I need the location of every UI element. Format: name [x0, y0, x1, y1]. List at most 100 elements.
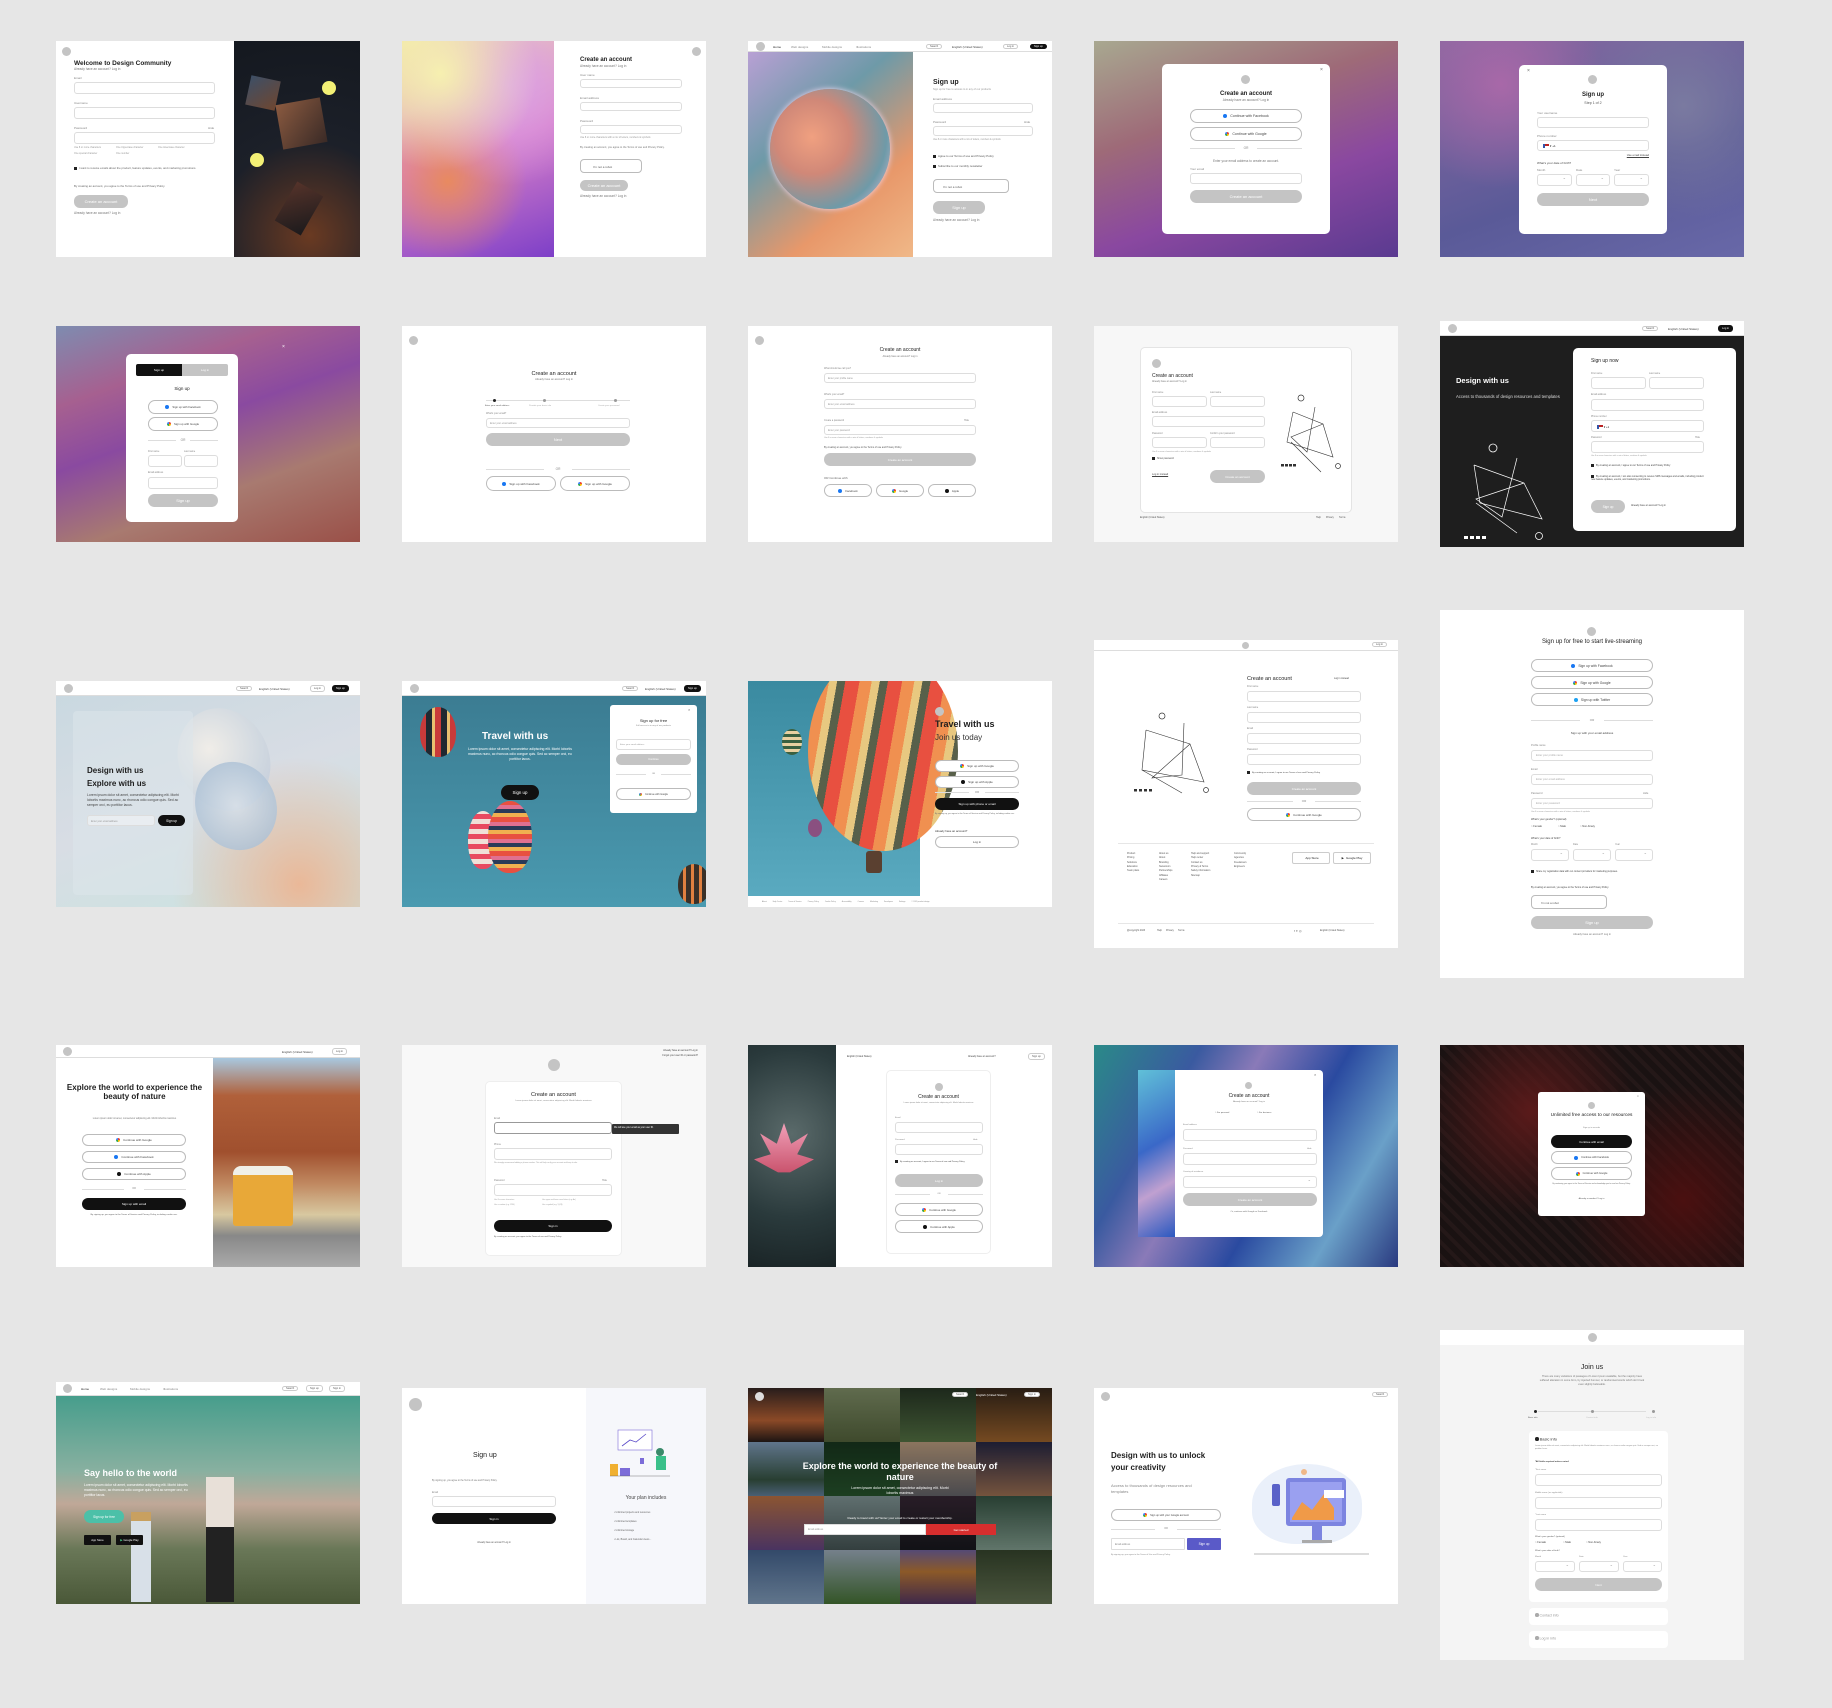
facebook-button[interactable]: Sign up with Facebook	[1531, 659, 1653, 672]
country-select[interactable]	[1183, 1176, 1317, 1188]
date-select[interactable]	[1579, 1561, 1619, 1572]
signup-free-button[interactable]: Sign up for free	[84, 1510, 124, 1523]
hide-toggle[interactable]: Hide	[1643, 792, 1648, 796]
facebook-button[interactable]: Continue with Facebook	[1190, 109, 1302, 123]
email-input[interactable]: Email address	[804, 1524, 926, 1535]
terms-checkbox[interactable]: By creating an account, I agree to our T…	[1591, 464, 1670, 468]
apple-button[interactable]: Apple	[928, 484, 976, 497]
footer-link[interactable]: Privacy Policy	[808, 901, 819, 903]
signin-button[interactable]: Sign in	[432, 1513, 556, 1524]
section-header[interactable]: Basic info	[1535, 1437, 1557, 1442]
login-button[interactable]: Log in	[310, 685, 326, 692]
close-icon[interactable]: ×	[1320, 67, 1323, 73]
google-play-badge[interactable]: ▶ Google Play	[116, 1535, 143, 1545]
google-button[interactable]: Continue with Google	[1247, 808, 1361, 821]
google-button[interactable]: Google	[876, 484, 924, 497]
close-icon[interactable]: ×	[1527, 68, 1530, 74]
email-input[interactable]: Enter your email address	[824, 399, 976, 409]
hide-toggle[interactable]: Hide	[964, 419, 969, 423]
signin-button[interactable]: Sign in	[329, 1385, 345, 1392]
create-account-button[interactable]: Create an account	[1210, 470, 1265, 483]
hide-toggle[interactable]: Hide	[208, 126, 214, 130]
year-select[interactable]	[1614, 174, 1649, 186]
sms-consent-checkbox[interactable]: By creating an account, I am also consen…	[1591, 475, 1706, 482]
username-input[interactable]	[1537, 117, 1649, 128]
app-store-badge[interactable]: App Store	[1292, 852, 1330, 864]
gender-radio-male[interactable]: ○ Male	[1563, 1541, 1571, 1545]
create-account-button[interactable]: Create an account	[1247, 782, 1361, 795]
login-link[interactable]: Already have an account? Log in	[580, 194, 626, 199]
google-button[interactable]: Sign up with your Google account	[1111, 1509, 1221, 1521]
first-name-input[interactable]	[148, 455, 182, 467]
hide-toggle[interactable]: Hide	[1307, 1148, 1312, 1151]
password-input[interactable]: Enter your password	[1531, 798, 1653, 809]
consent-checkbox[interactable]: I want to receive emails about the produ…	[74, 167, 204, 170]
search-input[interactable]: Search	[1372, 1392, 1389, 1397]
nav-illustrations[interactable]: Illustrations	[856, 45, 871, 49]
terms-link[interactable]: Terms	[1339, 516, 1346, 520]
footer-link[interactable]: Sitemap	[1191, 874, 1210, 878]
username-input[interactable]	[74, 107, 215, 119]
email-input[interactable]	[148, 477, 218, 489]
login-link[interactable]: Already have an account? Log in	[1162, 98, 1330, 103]
signup-button[interactable]: Sign up	[501, 785, 539, 800]
email-continue-button[interactable]: Continue with email	[1551, 1135, 1632, 1148]
signup-button[interactable]: Sign up	[1531, 916, 1653, 929]
search-input[interactable]: Search	[1642, 326, 1659, 331]
password-input[interactable]	[895, 1144, 983, 1155]
close-icon[interactable]: ×	[1314, 1072, 1316, 1077]
hide-toggle[interactable]: Hide	[602, 1179, 607, 1183]
radio-personal[interactable]: ○ For personal	[1215, 1112, 1229, 1115]
first-name-input[interactable]	[1152, 396, 1207, 407]
last-name-input[interactable]	[1535, 1519, 1662, 1531]
close-icon[interactable]: ×	[282, 344, 285, 350]
login-button[interactable]: Log in	[935, 836, 1019, 848]
create-account-button[interactable]: Create an account	[580, 180, 628, 191]
email-input[interactable]	[1591, 399, 1704, 411]
hide-toggle[interactable]: Hide	[1024, 120, 1030, 124]
signup-button[interactable]: Sign up	[306, 1385, 323, 1392]
profile-name-input[interactable]: Enter your profile name	[1531, 750, 1653, 761]
email-input[interactable]: Enter your email address	[616, 739, 691, 750]
last-name-input[interactable]	[1649, 377, 1704, 389]
terms-checkbox[interactable]: By creating an account, I agree to our T…	[895, 1160, 983, 1163]
terms-link[interactable]: Terms	[1178, 929, 1185, 933]
hide-toggle[interactable]: Hide	[973, 1139, 978, 1142]
alt-signup-links[interactable]: Or, continue with Google or Facebook	[1175, 1211, 1323, 1214]
email-input[interactable]	[1247, 733, 1361, 744]
login-link[interactable]: Already have an account? Log in	[580, 64, 626, 69]
next-button[interactable]: Next	[486, 433, 630, 446]
email-input[interactable]: Enter your email address	[87, 815, 155, 826]
year-select[interactable]	[1623, 1561, 1662, 1572]
close-icon[interactable]: ×	[1637, 1094, 1639, 1098]
footer-link[interactable]: Settings	[899, 901, 906, 903]
privacy-link[interactable]: Privacy	[1166, 929, 1174, 933]
first-name-input[interactable]	[1535, 1474, 1662, 1486]
signup-button[interactable]: Sign up	[332, 685, 349, 692]
first-name-input[interactable]	[1247, 691, 1361, 702]
footer-link[interactable]: Partnerships	[1159, 869, 1172, 873]
email-input[interactable]: Email address	[1111, 1538, 1185, 1550]
last-name-input[interactable]	[1247, 712, 1361, 723]
login-info-section[interactable]: Log in info	[1529, 1631, 1668, 1648]
google-button[interactable]: Continue with Google	[616, 788, 691, 800]
login-button[interactable]: Log in	[1718, 325, 1734, 332]
email-input[interactable]	[74, 82, 215, 94]
login-link[interactable]: Already have an account? Log in	[1152, 380, 1187, 384]
login-instead-link[interactable]: Log in instead	[1334, 677, 1349, 681]
year-select[interactable]	[1615, 849, 1653, 861]
facebook-button[interactable]: Continue with Facebook	[1551, 1151, 1632, 1164]
nav-mobile-designs[interactable]: Mobile designs	[822, 45, 842, 49]
footer-link[interactable]: Accessibility	[842, 901, 852, 903]
google-button[interactable]: Continue with Google	[895, 1203, 983, 1216]
contact-info-section[interactable]: Contact info	[1529, 1608, 1668, 1625]
password-input[interactable]	[74, 132, 215, 144]
use-email-link[interactable]: Use email instead	[1627, 153, 1649, 157]
nav-home[interactable]: Home	[773, 45, 781, 49]
footer-link[interactable]: Careers	[858, 901, 864, 903]
tab-signup[interactable]: Sign up	[136, 364, 182, 376]
password-input[interactable]	[494, 1184, 612, 1196]
footer-link[interactable]: Help Center	[773, 901, 783, 903]
google-play-badge[interactable]: ▶ Google Play	[1333, 852, 1371, 864]
gender-radio-male[interactable]: ○ Male	[1558, 825, 1566, 829]
